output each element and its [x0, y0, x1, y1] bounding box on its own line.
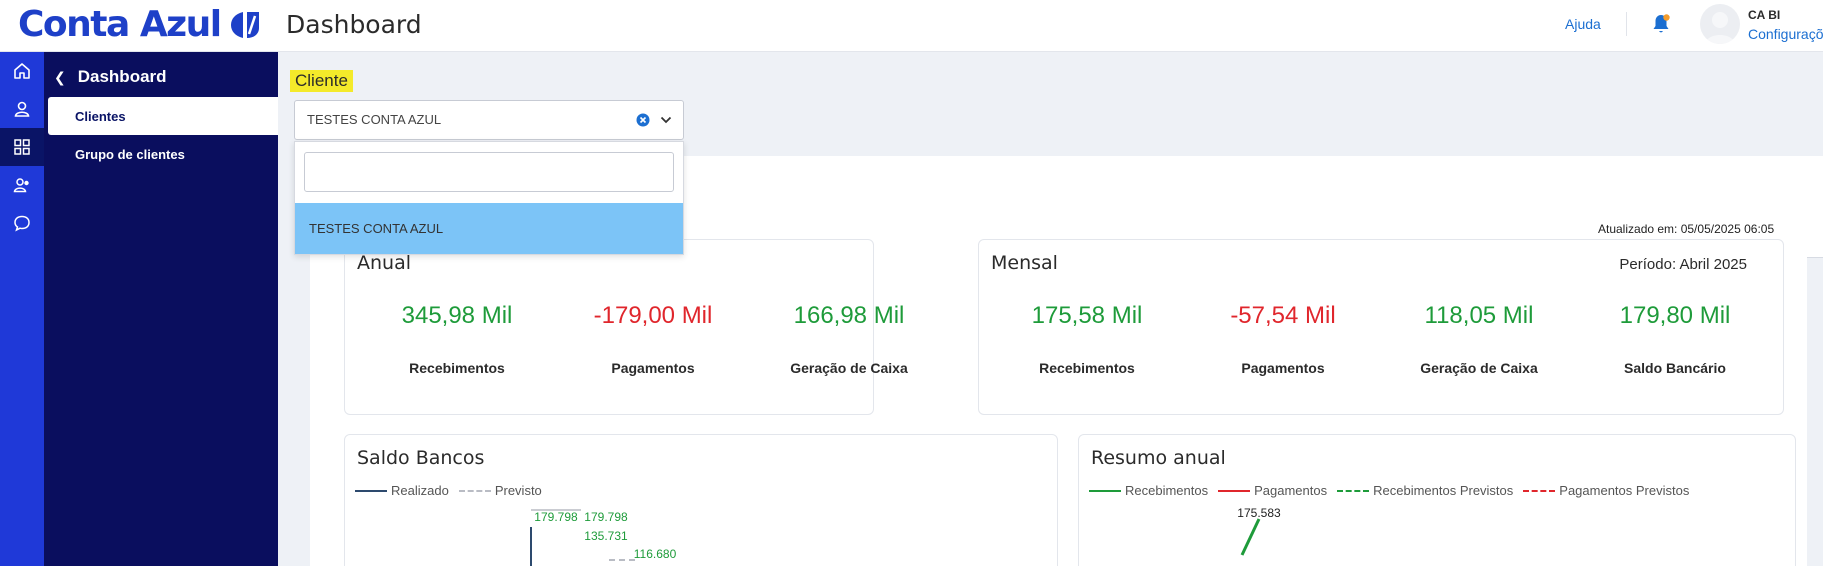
monthly-receipts-value: 175,58 Mil — [1031, 302, 1143, 329]
settings-link[interactable]: Configurações — [1748, 26, 1823, 42]
client-select-value: TESTES CONTA AZUL — [307, 112, 442, 127]
sidebar-item-clientes[interactable]: Clientes — [48, 97, 278, 135]
logo-text: Conta Azul — [18, 4, 222, 45]
chevron-down-icon[interactable] — [659, 113, 673, 127]
annual-receipts-label: Recebimentos — [409, 360, 505, 376]
monthly-payments-value: -57,54 Mil — [1230, 302, 1336, 329]
user-name: CA BI — [1748, 8, 1781, 22]
data-label: 175.583 — [1237, 506, 1281, 520]
bank-balance-chart: 179.798 179.798 135.731 116.680 — [530, 509, 677, 566]
users-icon — [13, 178, 29, 193]
rail-dashboard[interactable] — [0, 128, 44, 166]
annual-title: Anual — [357, 252, 412, 274]
top-bar: Conta Azul Dashboard Ajuda CA BI Configu… — [0, 0, 1823, 52]
client-search-input[interactable] — [304, 152, 674, 192]
recebimentos-line — [1240, 518, 1261, 556]
monthly-payments-label: Pagamentos — [1241, 360, 1325, 376]
rail-users[interactable] — [0, 166, 44, 204]
monthly-balance-value: 179,80 Mil — [1619, 302, 1731, 329]
chevron-left-icon: ❮ — [54, 68, 66, 85]
grid-icon — [14, 139, 30, 155]
client-option[interactable]: TESTES CONTA AZUL — [295, 203, 683, 254]
conta-azul-logo[interactable]: Conta Azul — [18, 4, 261, 45]
monthly-title: Mensal — [991, 252, 1058, 274]
user-icon — [14, 101, 30, 117]
annual-panel: Anual 345,98 Mil Recebimentos -179,00 Mi… — [344, 239, 908, 415]
data-label: 179.798 — [584, 510, 628, 524]
updated-timestamp: Atualizado em: 05/05/2025 06:05 — [1598, 222, 1775, 236]
avatar-user-icon — [1705, 12, 1735, 44]
chat-icon — [14, 215, 30, 232]
period-label: Período: Abril 2025 — [1619, 256, 1747, 273]
annual-cash-value: 166,98 Mil — [793, 302, 905, 329]
sidebar-item-grupo-de-clientes[interactable]: Grupo de clientes — [48, 135, 278, 173]
bank-balance-panel: Saldo Bancos Realizado Previsto 179.798 1… — [344, 434, 1058, 566]
data-label: 179.798 — [534, 510, 578, 524]
client-filter-label: Cliente — [290, 70, 353, 92]
monthly-balance-label: Saldo Bancário — [1624, 360, 1726, 376]
annual-summary-panel: Resumo anual Recebimentos Pagamentos Rec… — [1078, 434, 1796, 566]
icon-rail — [0, 52, 44, 566]
annual-receipts-value: 345,98 Mil — [401, 302, 513, 329]
avatar[interactable] — [1700, 4, 1740, 44]
monthly-receipts-label: Recebimentos — [1039, 360, 1135, 376]
help-link[interactable]: Ajuda — [1565, 16, 1601, 32]
rail-chat[interactable] — [0, 204, 44, 242]
logo-mark-icon — [230, 11, 259, 38]
rail-home[interactable] — [0, 52, 44, 90]
rail-user[interactable] — [0, 90, 44, 128]
sidebar-back[interactable]: ❮ Dashboard — [54, 67, 167, 87]
monthly-panel: Mensal Período: Abril 2025 175,58 Mil Re… — [978, 239, 1784, 415]
monthly-cash-label: Geração de Caixa — [1420, 360, 1538, 376]
annual-payments-value: -179,00 Mil — [593, 302, 713, 329]
page-title: Dashboard — [286, 10, 422, 39]
monthly-cash-value: 118,05 Mil — [1424, 302, 1534, 329]
client-dropdown: TESTES CONTA AZUL — [294, 141, 684, 255]
client-select[interactable]: TESTES CONTA AZUL — [294, 100, 684, 140]
home-icon — [14, 63, 30, 79]
sidebar-title: Dashboard — [77, 67, 167, 86]
annual-summary-chart: 175.583 — [1237, 506, 1281, 556]
header-divider — [1626, 12, 1627, 36]
annual-payments-label: Pagamentos — [611, 360, 695, 376]
clear-selection-icon[interactable] — [636, 113, 650, 127]
data-label: 116.680 — [634, 547, 677, 561]
notification-bell-icon[interactable] — [1649, 12, 1673, 36]
annual-cash-label: Geração de Caixa — [790, 360, 908, 376]
main-content: Atualizado em: 05/05/2025 06:05 Anual 34… — [278, 52, 1823, 566]
data-label: 135.731 — [584, 529, 628, 543]
sidebar: ❮ Dashboard Clientes Grupo de clientes — [44, 52, 278, 566]
